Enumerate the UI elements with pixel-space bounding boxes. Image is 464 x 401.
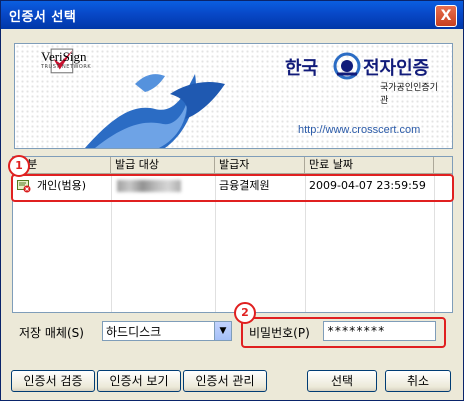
title-bar: 인증서 선택 X	[1, 1, 463, 29]
callout-badge-1: 1	[8, 155, 30, 177]
view-certificate-button[interactable]: 인증서 보기	[97, 370, 181, 392]
password-input[interactable]: ********	[323, 321, 436, 341]
brand-left-text: 한국	[285, 58, 319, 79]
chevron-down-icon[interactable]: ▼	[214, 322, 231, 340]
window-title: 인증서 선택	[9, 10, 77, 25]
column-header-expiry[interactable]: 만료 날짜	[305, 157, 434, 173]
highlight-row-box	[11, 174, 454, 202]
manage-certificate-button[interactable]: 인증서 관리	[183, 370, 267, 392]
brand-subtitle: 국가공인인증기관	[380, 83, 438, 106]
crosscert-emblem-icon	[333, 52, 361, 80]
close-button[interactable]: X	[435, 5, 457, 27]
select-button[interactable]: 선택	[307, 370, 377, 392]
column-header-issuer[interactable]: 발급자	[215, 157, 305, 173]
storage-select[interactable]: 하드디스크 ▼	[102, 321, 232, 341]
crosscert-logo: 한국 전자인증 국가공인인증기관	[285, 52, 445, 106]
banner-swoosh-graphic	[85, 74, 225, 148]
list-header: 구분 발급 대상 발급자 만료 날짜	[13, 157, 452, 174]
verify-certificate-button[interactable]: 인증서 검증	[11, 370, 95, 392]
callout-badge-2: 2	[234, 302, 256, 324]
certificate-dialog: 인증서 선택 X VeriSign TRUST NETWORK 한국 전자인증 …	[0, 0, 464, 401]
crosscert-banner: VeriSign TRUST NETWORK 한국 전자인증 국가공인인증기관 …	[14, 43, 453, 149]
password-label: 비밀번호(P)	[249, 326, 310, 340]
storage-value: 하드디스크	[106, 325, 162, 339]
column-header-subject[interactable]: 발급 대상	[111, 157, 215, 173]
banner-url: http://www.crosscert.com	[298, 124, 421, 136]
storage-label: 저장 매체(S)	[19, 326, 84, 340]
cancel-button[interactable]: 취소	[385, 370, 451, 392]
brand-right-text: 전자인증	[363, 58, 430, 79]
